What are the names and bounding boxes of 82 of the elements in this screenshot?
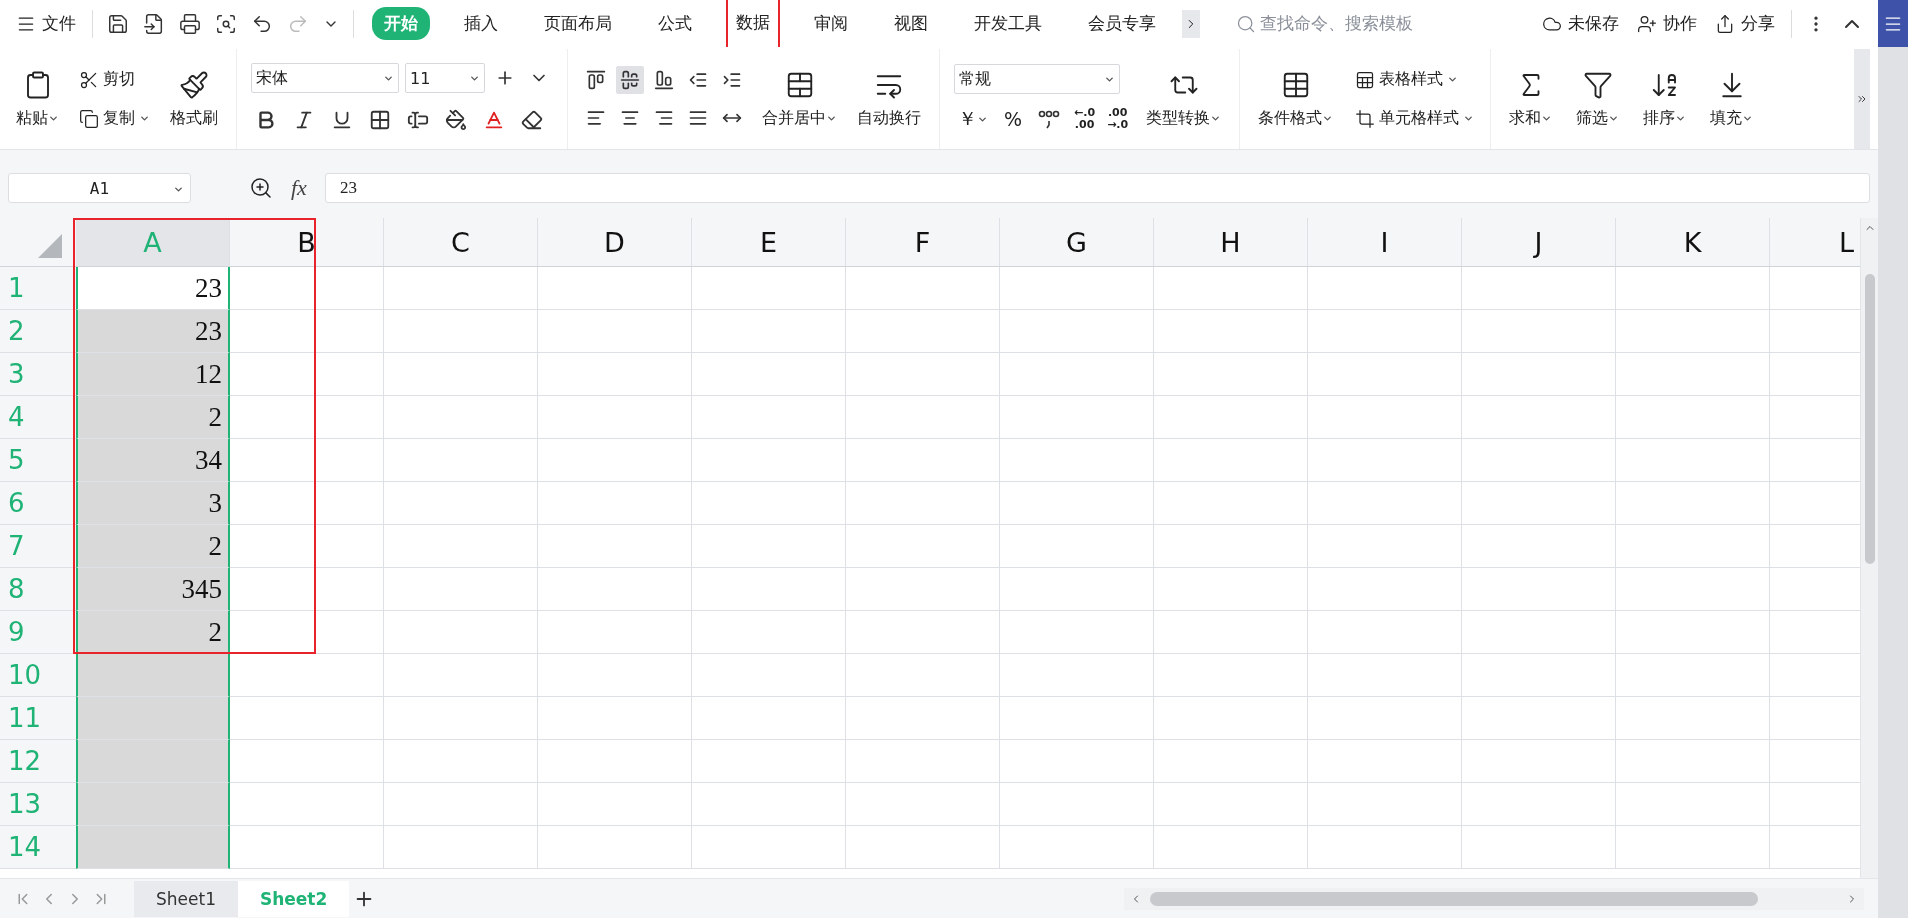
column-header[interactable]: F [846, 218, 1000, 266]
ribbon-tab[interactable]: 视图 [882, 7, 940, 40]
sum-button[interactable]: 求和 [1505, 67, 1557, 131]
table-cell[interactable] [76, 740, 230, 783]
scissors-icon [79, 69, 99, 90]
conditional-format-button[interactable]: 条件格式 [1254, 67, 1338, 131]
paste-button[interactable]: 粘贴 [12, 67, 63, 131]
table-cell[interactable]: 3 [76, 482, 230, 525]
table-style-icon [1355, 69, 1376, 90]
column-header[interactable]: D [538, 218, 692, 266]
increase-decimal-button[interactable]: ←.0 .00 [1072, 105, 1098, 133]
collaborate-button[interactable]: 协作 [1631, 8, 1703, 39]
chevron-right-icon [1856, 93, 1868, 105]
brush-icon [179, 69, 209, 100]
scrollbar-thumb[interactable] [1150, 891, 1758, 906]
table-cell[interactable]: 23 [76, 267, 230, 310]
type-convert-button[interactable]: 类型转换 [1142, 67, 1226, 131]
user-plus-icon [1637, 13, 1657, 34]
horizontal-scrollbar[interactable] [1124, 887, 1864, 910]
ribbon-tab[interactable]: 公式 [646, 7, 704, 40]
caret-icon [139, 113, 150, 124]
table-cell[interactable] [76, 783, 230, 826]
caret-icon [1447, 74, 1459, 85]
more-tabs-button[interactable] [1182, 9, 1200, 38]
name-box[interactable]: A1 [8, 173, 191, 203]
fx-label[interactable]: fx [291, 175, 307, 201]
share-button[interactable]: 分享 [1709, 8, 1781, 39]
select-all-icon[interactable] [38, 234, 62, 258]
table-cell[interactable]: 345 [76, 568, 230, 611]
column-header[interactable]: I [1308, 218, 1462, 266]
ribbon-tab[interactable]: 开发工具 [962, 7, 1054, 40]
formula-field[interactable]: 23 [324, 173, 1870, 203]
column-header[interactable]: G [1000, 218, 1154, 266]
column-header[interactable]: E [692, 218, 846, 266]
filter-button[interactable]: 筛选 [1572, 67, 1624, 131]
search-icon [1236, 13, 1256, 34]
file-menu[interactable]: 文件 [10, 8, 82, 39]
ribbon-tab[interactable]: 页面布局 [532, 7, 624, 40]
merge-center-button[interactable]: 合并居中 [758, 67, 841, 131]
align-middle-icon[interactable] [616, 66, 644, 94]
number-format-select[interactable]: 常规 [954, 64, 1120, 94]
caret-icon [173, 184, 184, 195]
percent-button[interactable]: % [1000, 106, 1027, 132]
fill-button[interactable]: 填充 [1706, 67, 1758, 131]
vertical-scrollbar[interactable] [1860, 218, 1878, 878]
unsaved-button[interactable]: 未保存 [1536, 8, 1625, 39]
table-cell[interactable]: 2 [76, 525, 230, 568]
scrollbar-thumb[interactable] [1864, 274, 1875, 564]
caret-icon [1463, 113, 1475, 124]
font-size-select[interactable]: 11 [405, 63, 485, 93]
ribbon-tab[interactable]: 会员专享 [1076, 7, 1168, 40]
cut-button[interactable]: 剪切 [77, 67, 152, 92]
zoom-icon [249, 176, 273, 200]
column-header[interactable]: K [1616, 218, 1770, 266]
column-header[interactable]: B [230, 218, 384, 266]
column-header[interactable]: H [1154, 218, 1308, 266]
ribbon-scroll-button[interactable] [1854, 49, 1870, 149]
cell-style-button[interactable]: 单元格样式 [1353, 106, 1477, 131]
font-select[interactable]: 宋体 [251, 63, 399, 93]
table-cell[interactable]: 12 [76, 353, 230, 396]
table-style-button[interactable]: 表格样式 [1353, 67, 1477, 92]
currency-button[interactable]: ￥ [954, 104, 992, 134]
ribbon-tab[interactable]: 插入 [452, 7, 510, 40]
copy-button[interactable]: 复制 [77, 106, 152, 131]
column-header[interactable]: C [384, 218, 538, 266]
table-cell[interactable] [76, 697, 230, 740]
sort-button[interactable]: 排序 [1639, 67, 1691, 131]
column-header[interactable]: J [1462, 218, 1616, 266]
decrease-decimal-button[interactable]: .00 →.0 [1105, 105, 1131, 133]
copy-icon [79, 108, 99, 129]
table-cell[interactable]: 2 [76, 611, 230, 654]
ribbon-tab[interactable]: 审阅 [802, 7, 860, 40]
table-cell[interactable] [76, 826, 230, 869]
format-painter-button[interactable]: 格式刷 [166, 67, 222, 131]
table-cell[interactable]: 34 [76, 439, 230, 482]
wrap-text-button[interactable]: 自动换行 [853, 67, 925, 131]
table-cell[interactable]: 23 [76, 310, 230, 353]
cell-style-icon [1355, 108, 1376, 129]
sheet-tab[interactable]: Sheet1 [134, 880, 238, 917]
share-icon [1715, 13, 1735, 34]
table-cell[interactable]: 2 [76, 396, 230, 439]
table-cell[interactable] [76, 654, 230, 697]
